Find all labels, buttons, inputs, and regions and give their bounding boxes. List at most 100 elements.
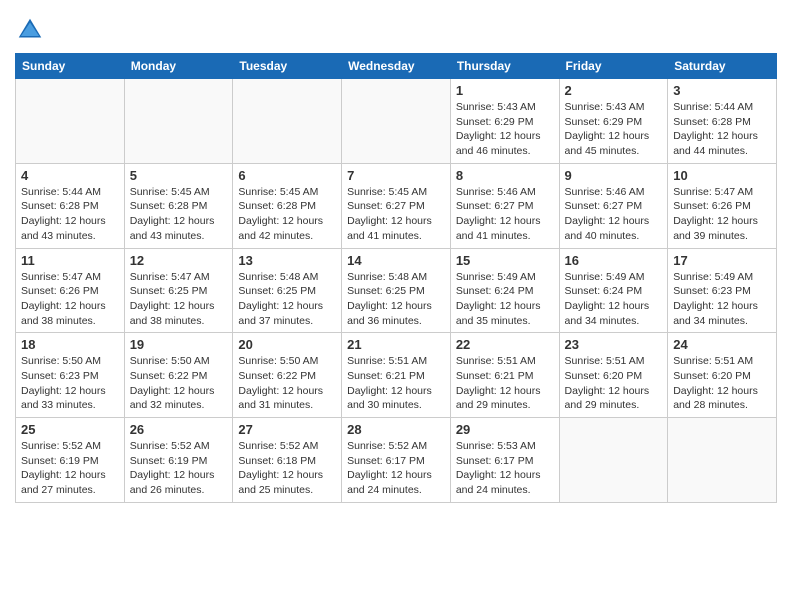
calendar-cell: [124, 79, 233, 164]
day-info: Sunrise: 5:50 AM Sunset: 6:22 PM Dayligh…: [130, 354, 228, 413]
calendar-header: SundayMondayTuesdayWednesdayThursdayFrid…: [16, 54, 777, 79]
day-info: Sunrise: 5:51 AM Sunset: 6:20 PM Dayligh…: [673, 354, 771, 413]
day-number: 4: [21, 168, 119, 183]
calendar-cell: 16Sunrise: 5:49 AM Sunset: 6:24 PM Dayli…: [559, 248, 668, 333]
calendar-cell: 4 Sunrise: 5:44 AM Sunset: 6:28 PM Daylig…: [16, 163, 125, 248]
calendar-cell: 19 Sunrise: 5:50 AM Sunset: 6:22 PM Dayli…: [124, 333, 233, 418]
calendar-cell: [559, 418, 668, 503]
calendar-cell: [342, 79, 451, 164]
day-info: Sunrise: 5:52 AM Sunset: 6:18 PM Dayligh…: [238, 439, 336, 498]
weekday-row: SundayMondayTuesdayWednesdayThursdayFrid…: [16, 54, 777, 79]
day-number: 12: [130, 253, 228, 268]
calendar-cell: 25 Sunrise: 5:52 AM Sunset: 6:19 PM Dayli…: [16, 418, 125, 503]
day-info: Sunrise: 5:47 AM Sunset: 6:26 PM Dayligh…: [673, 185, 771, 244]
weekday-header: Wednesday: [342, 54, 451, 79]
day-number: 21: [347, 337, 445, 352]
day-number: 6: [238, 168, 336, 183]
day-number: 28: [347, 422, 445, 437]
day-number: 9: [565, 168, 663, 183]
day-info: Sunrise: 5:46 AM Sunset: 6:27 PM Dayligh…: [456, 185, 554, 244]
day-number: 25: [21, 422, 119, 437]
day-number: 27: [238, 422, 336, 437]
day-number: 10: [673, 168, 771, 183]
day-info: Sunrise: 5:51 AM Sunset: 6:21 PM Dayligh…: [347, 354, 445, 413]
day-info: Sunrise: 5:47 AM Sunset: 6:26 PM Dayligh…: [21, 270, 119, 329]
calendar-cell: 27 Sunrise: 5:52 AM Sunset: 6:18 PM Dayli…: [233, 418, 342, 503]
day-number: 7: [347, 168, 445, 183]
day-number: 24: [673, 337, 771, 352]
calendar-cell: 18 Sunrise: 5:50 AM Sunset: 6:23 PM Dayli…: [16, 333, 125, 418]
day-info: Sunrise: 5:45 AM Sunset: 6:28 PM Dayligh…: [130, 185, 228, 244]
calendar-week-row: 18 Sunrise: 5:50 AM Sunset: 6:23 PM Dayli…: [16, 333, 777, 418]
day-info: Sunrise: 5:48 AM Sunset: 6:25 PM Dayligh…: [347, 270, 445, 329]
calendar-cell: 2 Sunrise: 5:43 AM Sunset: 6:29 PM Daylig…: [559, 79, 668, 164]
page-header: [15, 10, 777, 45]
calendar-cell: 10 Sunrise: 5:47 AM Sunset: 6:26 PM Dayli…: [668, 163, 777, 248]
day-number: 8: [456, 168, 554, 183]
calendar-cell: [233, 79, 342, 164]
day-info: Sunrise: 5:45 AM Sunset: 6:27 PM Dayligh…: [347, 185, 445, 244]
day-info: Sunrise: 5:49 AM Sunset: 6:24 PM Dayligh…: [456, 270, 554, 329]
day-number: 18: [21, 337, 119, 352]
calendar-cell: 20 Sunrise: 5:50 AM Sunset: 6:22 PM Dayli…: [233, 333, 342, 418]
day-number: 23: [565, 337, 663, 352]
day-info: Sunrise: 5:50 AM Sunset: 6:23 PM Dayligh…: [21, 354, 119, 413]
day-number: 19: [130, 337, 228, 352]
calendar-cell: 6 Sunrise: 5:45 AM Sunset: 6:28 PM Daylig…: [233, 163, 342, 248]
day-info: Sunrise: 5:51 AM Sunset: 6:20 PM Dayligh…: [565, 354, 663, 413]
day-number: 11: [21, 253, 119, 268]
day-number: 22: [456, 337, 554, 352]
day-number: 20: [238, 337, 336, 352]
calendar-cell: 7 Sunrise: 5:45 AM Sunset: 6:27 PM Daylig…: [342, 163, 451, 248]
day-number: 2: [565, 83, 663, 98]
weekday-header: Thursday: [450, 54, 559, 79]
calendar-cell: 26 Sunrise: 5:52 AM Sunset: 6:19 PM Dayli…: [124, 418, 233, 503]
calendar-cell: 21 Sunrise: 5:51 AM Sunset: 6:21 PM Dayli…: [342, 333, 451, 418]
day-info: Sunrise: 5:51 AM Sunset: 6:21 PM Dayligh…: [456, 354, 554, 413]
day-number: 29: [456, 422, 554, 437]
calendar-cell: [16, 79, 125, 164]
calendar-cell: 8 Sunrise: 5:46 AM Sunset: 6:27 PM Daylig…: [450, 163, 559, 248]
day-info: Sunrise: 5:53 AM Sunset: 6:17 PM Dayligh…: [456, 439, 554, 498]
weekday-header: Monday: [124, 54, 233, 79]
calendar-cell: 9Sunrise: 5:46 AM Sunset: 6:27 PM Daylig…: [559, 163, 668, 248]
weekday-header: Saturday: [668, 54, 777, 79]
calendar-cell: 24 Sunrise: 5:51 AM Sunset: 6:20 PM Dayli…: [668, 333, 777, 418]
calendar-week-row: 11 Sunrise: 5:47 AM Sunset: 6:26 PM Dayli…: [16, 248, 777, 333]
calendar-cell: [668, 418, 777, 503]
day-info: Sunrise: 5:52 AM Sunset: 6:19 PM Dayligh…: [130, 439, 228, 498]
calendar-cell: 1Sunrise: 5:43 AM Sunset: 6:29 PM Daylig…: [450, 79, 559, 164]
day-info: Sunrise: 5:43 AM Sunset: 6:29 PM Dayligh…: [565, 100, 663, 159]
calendar-cell: 28Sunrise: 5:52 AM Sunset: 6:17 PM Dayli…: [342, 418, 451, 503]
calendar-cell: 3Sunrise: 5:44 AM Sunset: 6:28 PM Daylig…: [668, 79, 777, 164]
day-number: 26: [130, 422, 228, 437]
calendar-cell: 13Sunrise: 5:48 AM Sunset: 6:25 PM Dayli…: [233, 248, 342, 333]
day-info: Sunrise: 5:44 AM Sunset: 6:28 PM Dayligh…: [21, 185, 119, 244]
weekday-header: Friday: [559, 54, 668, 79]
day-number: 5: [130, 168, 228, 183]
day-info: Sunrise: 5:52 AM Sunset: 6:19 PM Dayligh…: [21, 439, 119, 498]
calendar-week-row: 25 Sunrise: 5:52 AM Sunset: 6:19 PM Dayli…: [16, 418, 777, 503]
day-info: Sunrise: 5:50 AM Sunset: 6:22 PM Dayligh…: [238, 354, 336, 413]
weekday-header: Sunday: [16, 54, 125, 79]
day-number: 13: [238, 253, 336, 268]
calendar-cell: 23 Sunrise: 5:51 AM Sunset: 6:20 PM Dayli…: [559, 333, 668, 418]
calendar-body: 1 Sunrise: 5:43 AM Sunset: 6:29 PM Daylig…: [16, 79, 777, 503]
logo: [15, 15, 50, 45]
calendar-cell: 11 Sunrise: 5:47 AM Sunset: 6:26 PM Dayli…: [16, 248, 125, 333]
day-number: 1: [456, 83, 554, 98]
calendar-cell: 29 Sunrise: 5:53 AM Sunset: 6:17 PM Dayli…: [450, 418, 559, 503]
calendar-cell: 22 Sunrise: 5:51 AM Sunset: 6:21 PM Dayli…: [450, 333, 559, 418]
day-info: Sunrise: 5:45 AM Sunset: 6:28 PM Dayligh…: [238, 185, 336, 244]
logo-icon: [15, 15, 45, 45]
calendar-week-row: 4 Sunrise: 5:44 AM Sunset: 6:28 PM Daylig…: [16, 163, 777, 248]
day-number: 17: [673, 253, 771, 268]
calendar-table: SundayMondayTuesdayWednesdayThursdayFrid…: [15, 53, 777, 503]
calendar-cell: 17 Sunrise: 5:49 AM Sunset: 6:23 PM Dayli…: [668, 248, 777, 333]
day-info: Sunrise: 5:49 AM Sunset: 6:23 PM Dayligh…: [673, 270, 771, 329]
calendar-cell: 15Sunrise: 5:49 AM Sunset: 6:24 PM Dayli…: [450, 248, 559, 333]
day-number: 16: [565, 253, 663, 268]
weekday-header: Tuesday: [233, 54, 342, 79]
day-number: 14: [347, 253, 445, 268]
calendar-cell: 5 Sunrise: 5:45 AM Sunset: 6:28 PM Daylig…: [124, 163, 233, 248]
